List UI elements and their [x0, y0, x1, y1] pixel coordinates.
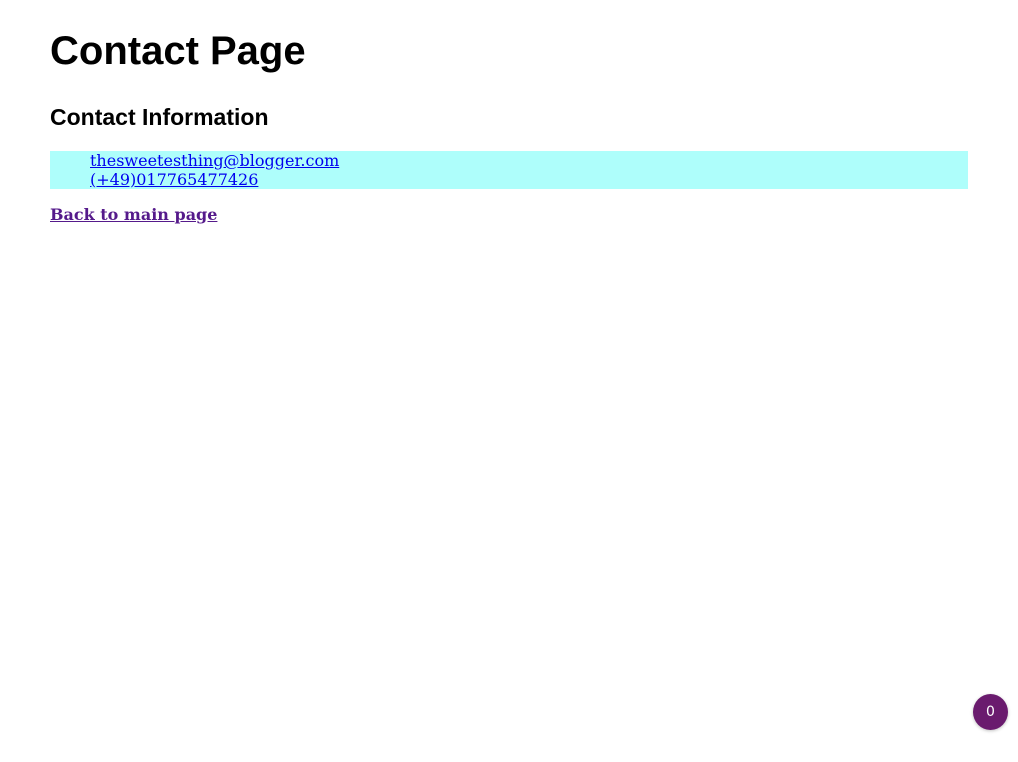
phone-link[interactable]: (+49)017765477426 — [90, 170, 258, 189]
back-to-main-page-link[interactable]: Back to main page — [50, 205, 217, 225]
contact-information-heading: Contact Information — [50, 104, 269, 130]
counter-badge[interactable]: 0 — [973, 694, 1008, 730]
contact-details-box: thesweetesthing@blogger.com (+49)0177654… — [50, 151, 968, 189]
page-title: Contact Page — [50, 29, 306, 73]
email-link[interactable]: thesweetesthing@blogger.com — [90, 151, 339, 170]
